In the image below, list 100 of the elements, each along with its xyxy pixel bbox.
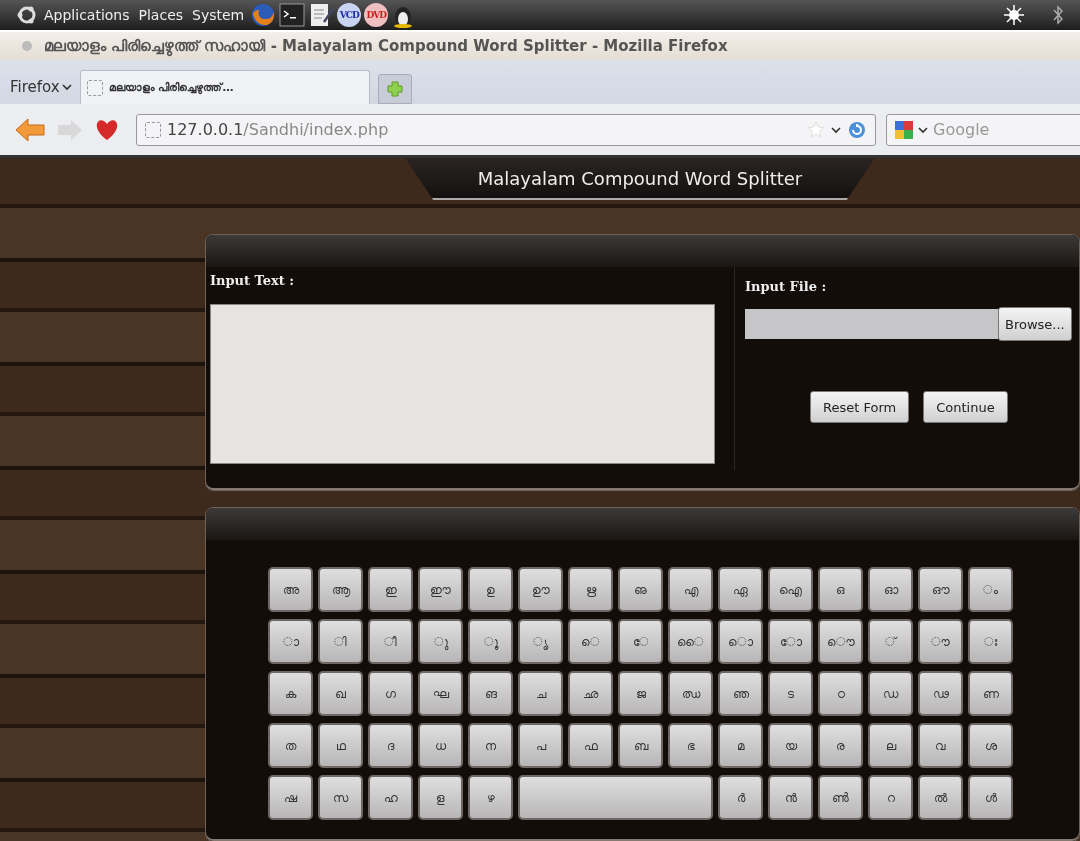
keyboard-key[interactable]: ീ: [368, 619, 413, 665]
keyboard-key[interactable]: ആ: [318, 567, 363, 613]
keyboard-key[interactable]: ശ: [968, 723, 1013, 769]
keyboard-key[interactable]: ഒ: [818, 567, 863, 613]
window-title: മലയാളം പിരിച്ചെഴുത്ത് സഹായി - Malayalam Compound Word Splitter - Mozilla Firefox: [44, 37, 728, 55]
form-button[interactable]: Continue: [923, 391, 1008, 423]
keyboard-key[interactable]: ി: [318, 619, 363, 665]
keyboard-key[interactable]: െ: [568, 619, 613, 665]
keyboard-key[interactable]: ൗ: [918, 619, 963, 665]
keyboard-key[interactable]: ൂ: [468, 619, 513, 665]
keyboard-key[interactable]: ർ: [718, 775, 763, 821]
keyboard-key[interactable]: ണ: [968, 671, 1013, 717]
keyboard-key[interactable]: ച: [518, 671, 563, 717]
keyboard-key[interactable]: ട: [768, 671, 813, 717]
keyboard-key[interactable]: ഡ: [868, 671, 913, 717]
keyboard-key[interactable]: ദ: [368, 723, 413, 769]
keyboard-key[interactable]: ാ: [268, 619, 313, 665]
keyboard-key[interactable]: ൈ: [668, 619, 713, 665]
panel-menu[interactable]: Places: [135, 7, 187, 23]
keyboard-key[interactable]: ക: [268, 671, 313, 717]
file-path-field[interactable]: [745, 309, 998, 339]
keyboard-key[interactable]: ഊ: [518, 567, 563, 613]
ubuntu-logo-icon[interactable]: [16, 4, 38, 26]
heart-icon[interactable]: [94, 117, 120, 142]
disc-launcher[interactable]: DVD: [364, 3, 389, 27]
keyboard-key[interactable]: ഔ: [918, 567, 963, 613]
keyboard-key[interactable]: ങ: [468, 671, 513, 717]
keyboard-key[interactable]: ര: [818, 723, 863, 769]
firefox-menu-button[interactable]: Firefox: [6, 70, 76, 104]
firefox-icon[interactable]: [250, 2, 277, 28]
keyboard-key[interactable]: റ: [868, 775, 913, 821]
browser-tab[interactable]: മലയാളം പിരിച്ചെഴുത്ത്…: [79, 70, 370, 104]
keyboard-key[interactable]: ത: [268, 723, 313, 769]
sun-icon[interactable]: [1003, 4, 1025, 26]
keyboard-key[interactable]: ന: [468, 723, 513, 769]
keyboard-key[interactable]: ്: [868, 619, 913, 665]
keyboard-key[interactable]: ഭ: [668, 723, 713, 769]
keyboard-key[interactable]: ഢ: [918, 671, 963, 717]
caret-icon[interactable]: [831, 125, 841, 134]
keyboard-key[interactable]: ഌ: [618, 567, 663, 613]
keyboard-key[interactable]: ഴ: [468, 775, 513, 821]
keyboard-key[interactable]: ൽ: [918, 775, 963, 821]
keyboard-key[interactable]: ഷ: [268, 775, 313, 821]
address-bar[interactable]: 127.0.0.1/Sandhi/index.php: [136, 113, 876, 146]
bluetooth-icon[interactable]: [1052, 4, 1064, 26]
keyboard-key[interactable]: വ: [918, 723, 963, 769]
keyboard-key[interactable]: ഐ: [768, 567, 813, 613]
keyboard-key[interactable]: ഏ: [718, 567, 763, 613]
keyboard-key[interactable]: ൊ: [718, 619, 763, 665]
form-button[interactable]: Reset Form: [810, 391, 910, 423]
search-field[interactable]: Google: [886, 113, 1080, 146]
disc-launcher[interactable]: VCD: [337, 3, 362, 27]
keyboard-key[interactable]: അ: [268, 567, 313, 613]
keyboard-key[interactable]: മ: [718, 723, 763, 769]
keyboard-key[interactable]: ഘ: [418, 671, 463, 717]
keyboard-key[interactable]: ള: [418, 775, 463, 821]
keyboard-key[interactable]: എ: [668, 567, 713, 613]
keyboard-key[interactable]: ൾ: [968, 775, 1013, 821]
keyboard-key[interactable]: ജ: [618, 671, 663, 717]
space-key[interactable]: [518, 775, 713, 821]
keyboard-key[interactable]: ഞ: [718, 671, 763, 717]
star-icon[interactable]: [807, 120, 825, 139]
keyboard-key[interactable]: ഹ: [368, 775, 413, 821]
keyboard-key[interactable]: ൌ: [818, 619, 863, 665]
keyboard-key[interactable]: യ: [768, 723, 813, 769]
search-engine-icon[interactable]: [893, 118, 915, 141]
caret-icon[interactable]: [918, 125, 928, 134]
keyboard-key[interactable]: ോ: [768, 619, 813, 665]
keyboard-key[interactable]: ഈ: [418, 567, 463, 613]
keyboard-key[interactable]: പ: [518, 723, 563, 769]
keyboard-key[interactable]: ം: [968, 567, 1013, 613]
keyboard-key[interactable]: ബ: [618, 723, 663, 769]
keyboard-key[interactable]: ഇ: [368, 567, 413, 613]
keyboard-key[interactable]: ഠ: [818, 671, 863, 717]
keyboard-key[interactable]: ഋ: [568, 567, 613, 613]
text-editor-icon[interactable]: [308, 2, 335, 28]
panel-menu[interactable]: Applications: [41, 7, 133, 23]
keyboard-key[interactable]: ധ: [418, 723, 463, 769]
keyboard-key[interactable]: ൃ: [518, 619, 563, 665]
keyboard-key[interactable]: േ: [618, 619, 663, 665]
keyboard-key[interactable]: ഃ: [968, 619, 1013, 665]
keyboard-key[interactable]: ഓ: [868, 567, 913, 613]
keyboard-key[interactable]: ഉ: [468, 567, 513, 613]
keyboard-key[interactable]: ു: [418, 619, 463, 665]
reload-icon[interactable]: [847, 119, 867, 140]
keyboard-key[interactable]: ൺ: [818, 775, 863, 821]
terminal-icon[interactable]: [279, 3, 306, 27]
browse-button[interactable]: Browse...: [998, 307, 1072, 341]
keyboard-key[interactable]: ഗ: [368, 671, 413, 717]
keyboard-key[interactable]: സ: [318, 775, 363, 821]
keyboard-key[interactable]: ഫ: [568, 723, 613, 769]
search-input[interactable]: Google: [931, 119, 1025, 140]
keyboard-key[interactable]: ൻ: [768, 775, 813, 821]
keyboard-key[interactable]: ഥ: [318, 723, 363, 769]
keyboard-key[interactable]: ഝ: [668, 671, 713, 717]
keyboard-key[interactable]: ഖ: [318, 671, 363, 717]
keyboard-key[interactable]: ല: [868, 723, 913, 769]
panel-menu[interactable]: System: [189, 7, 248, 23]
text-input-area[interactable]: [210, 304, 715, 464]
keyboard-key[interactable]: ഛ: [568, 671, 613, 717]
